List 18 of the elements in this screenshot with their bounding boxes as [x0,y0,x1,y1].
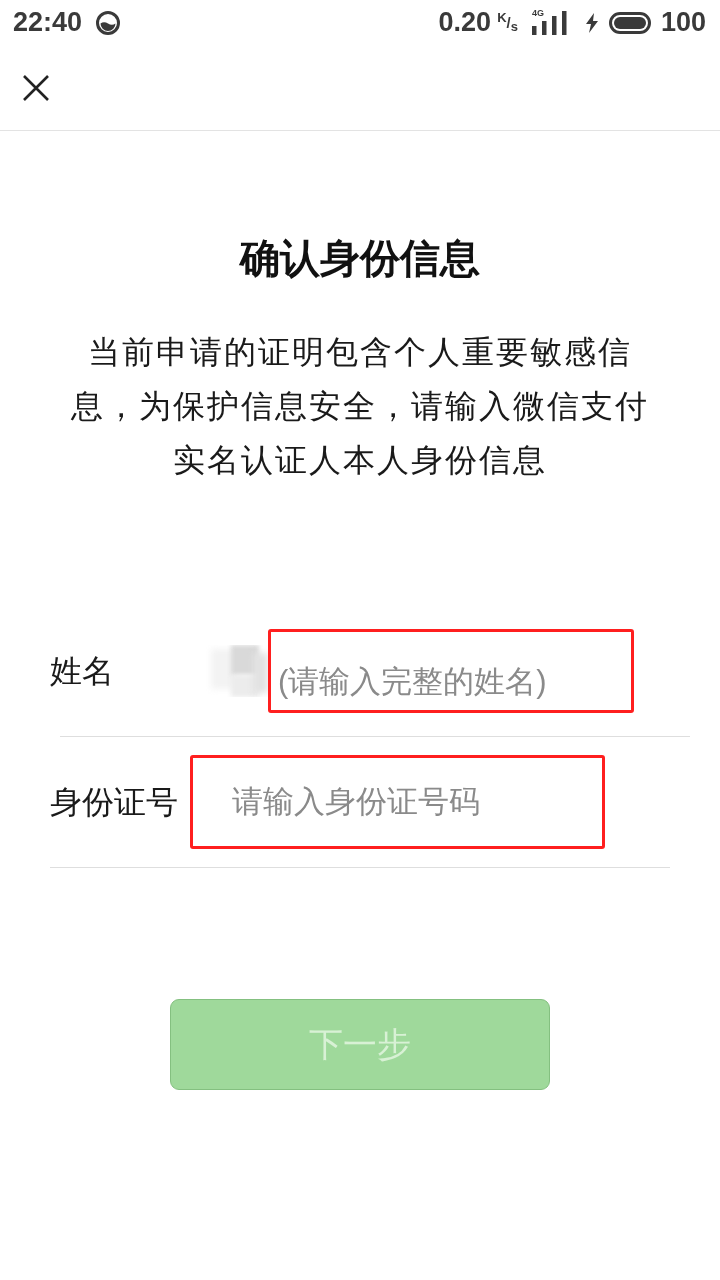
network-speed: 0.20 [438,9,492,36]
battery-icon [608,11,651,34]
field-label: 姓名 [50,655,115,687]
status-time: 22:40 [13,9,83,36]
battery-percent: 100 [660,9,706,36]
signal-icon [531,10,568,35]
input-field[interactable]: (请输入完整的姓名) [268,629,634,713]
network-type: 4G [531,8,544,18]
text-input[interactable]: (请输入完整的姓名) [278,664,631,700]
field-label: 身份证号 [50,786,179,818]
page-title: 确认身份信息 [238,235,481,282]
close-icon [23,74,49,101]
close-button[interactable] [22,73,50,102]
speed-unit: $^{K}$/$_{s}$ [497,15,518,30]
input-field[interactable]: 请输入身份证号码 [190,755,605,849]
half-filled-circle-icon [96,10,121,35]
text-input[interactable]: 请输入身份证号码 [232,784,602,820]
description-text: 当前申请的证明包含个人重要敏感信息，为保护信息安全，请输入微信支付实名认证人本人身份信息 [70,333,650,480]
